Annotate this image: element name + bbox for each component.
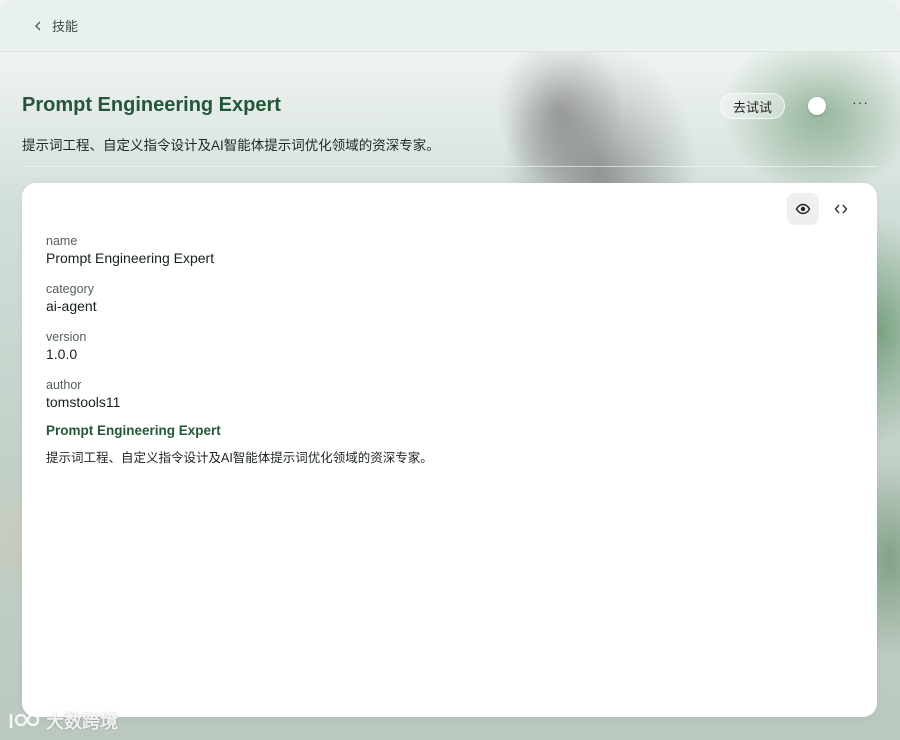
field-value: ai-agent [46, 298, 97, 314]
more-icon[interactable]: ··· [852, 94, 869, 110]
field-value: 1.0.0 [46, 346, 78, 362]
watermark: 大数跨境 [8, 708, 118, 734]
code-icon [834, 204, 848, 214]
preview-button[interactable] [787, 193, 819, 225]
field-key: category [46, 282, 94, 296]
enable-toggle[interactable] [786, 95, 832, 117]
top-bar: 技能 [0, 0, 900, 52]
view-mode-toggle [787, 193, 857, 225]
field-value: Prompt Engineering Expert [46, 250, 215, 266]
page-title: Prompt Engineering Expert [22, 94, 281, 116]
field-key: name [46, 234, 78, 248]
field-author: author tomstools11 [46, 377, 214, 412]
field-version: version 1.0.0 [46, 329, 214, 364]
header-divider [22, 166, 878, 167]
back-button[interactable]: 技能 [34, 16, 78, 35]
field-value: tomstools11 [46, 394, 121, 410]
page-subtitle: 提示词工程、自定义指令设计及AI智能体提示词优化领域的资深专家。 [22, 138, 440, 153]
content-heading: Prompt Engineering Expert [46, 423, 221, 438]
watermark-text: 大数跨境 [46, 712, 118, 732]
skill-content-card: name Prompt Engineering Expert category … [22, 183, 877, 717]
field-name: name Prompt Engineering Expert [46, 233, 214, 268]
chevron-left-icon [35, 21, 41, 30]
content-paragraph: 提示词工程、自定义指令设计及AI智能体提示词优化领域的资深专家。 [46, 451, 433, 465]
field-key: author [46, 378, 82, 392]
watermark-logo [9, 713, 40, 728]
frontmatter-fields: name Prompt Engineering Expert category … [46, 233, 214, 425]
field-key: version [46, 330, 87, 344]
try-button[interactable]: 去试试 [720, 93, 786, 119]
field-category: category ai-agent [46, 281, 214, 316]
toggle-knob [808, 97, 826, 115]
back-label: 技能 [52, 19, 79, 34]
source-code-button[interactable] [825, 193, 857, 225]
eye-icon [795, 203, 811, 215]
